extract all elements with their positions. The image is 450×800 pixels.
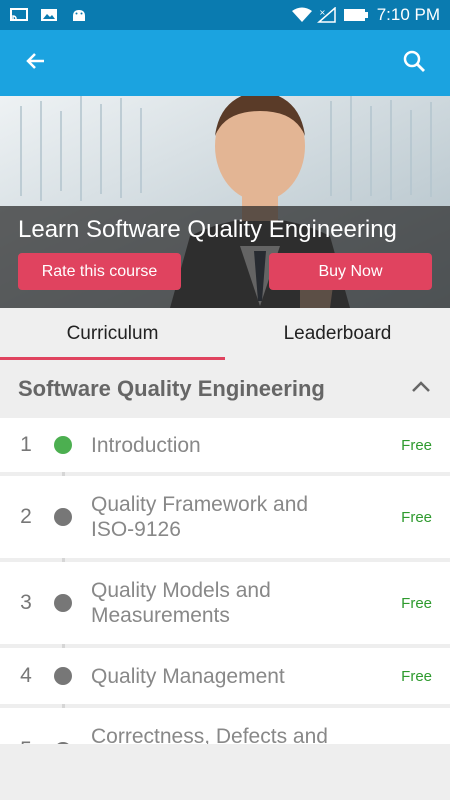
lesson-row[interactable]: 1 Introduction Free [0, 418, 450, 472]
pending-dot-icon [54, 508, 72, 526]
screen-cast-icon [10, 7, 28, 23]
buy-now-button[interactable]: Buy Now [269, 253, 432, 290]
tab-bar: Curriculum Leaderboard [0, 308, 450, 360]
lesson-title: Quality Management [91, 664, 285, 688]
lesson-number: 5 [0, 738, 44, 744]
android-icon [70, 7, 88, 23]
lesson-title: Introduction [91, 433, 201, 457]
battery-icon [343, 7, 369, 23]
back-arrow-icon [24, 49, 48, 78]
status-bar: × 7:10 PM [0, 0, 450, 30]
pending-dot-icon [54, 667, 72, 685]
tab-leaderboard[interactable]: Leaderboard [225, 308, 450, 360]
tab-curriculum[interactable]: Curriculum [0, 308, 225, 360]
lesson-row[interactable]: 2 Quality Framework and ISO-9126 Free [0, 476, 450, 558]
free-badge: Free [401, 594, 432, 612]
completed-dot-icon [54, 436, 72, 454]
status-time: 7:10 PM [376, 5, 440, 24]
search-button[interactable] [396, 45, 432, 81]
lesson-title: Quality Framework and ISO-9126 [91, 493, 309, 541]
lesson-row[interactable]: 5 Correctness, Defects and [0, 708, 450, 744]
free-badge: Free [401, 667, 432, 685]
image-icon [40, 7, 58, 23]
lesson-title: Correctness, Defects and [91, 725, 328, 744]
back-button[interactable] [18, 45, 54, 81]
section-title: Software Quality Engineering [18, 376, 325, 401]
lesson-number: 4 [20, 664, 32, 687]
lesson-title: Quality Models and Measurements [91, 579, 271, 627]
curriculum-content: Software Quality Engineering 1 Introduct… [0, 360, 450, 744]
lesson-number: 1 [20, 433, 32, 456]
svg-text:×: × [319, 8, 326, 17]
free-badge: Free [401, 508, 432, 526]
lesson-list: 1 Introduction Free 2 Quality Framework … [0, 418, 450, 744]
pending-dot-icon [54, 594, 72, 612]
course-hero: Learn Software Quality Engineering Rate … [0, 96, 450, 308]
lesson-number: 3 [20, 591, 32, 614]
free-badge: Free [401, 436, 432, 454]
no-signal-icon: × [316, 6, 336, 23]
pending-dot-icon [54, 742, 72, 744]
wifi-icon [291, 7, 312, 23]
rate-course-button[interactable]: Rate this course [18, 253, 181, 290]
search-icon [402, 49, 426, 78]
chevron-up-icon[interactable] [410, 380, 432, 399]
course-title: Learn Software Quality Engineering [18, 216, 397, 243]
lesson-row[interactable]: 3 Quality Models and Measurements Free [0, 562, 450, 644]
lesson-row[interactable]: 4 Quality Management Free [0, 648, 450, 704]
section-header[interactable]: Software Quality Engineering [0, 360, 450, 418]
lesson-number: 2 [20, 505, 32, 528]
app-bar [0, 30, 450, 96]
